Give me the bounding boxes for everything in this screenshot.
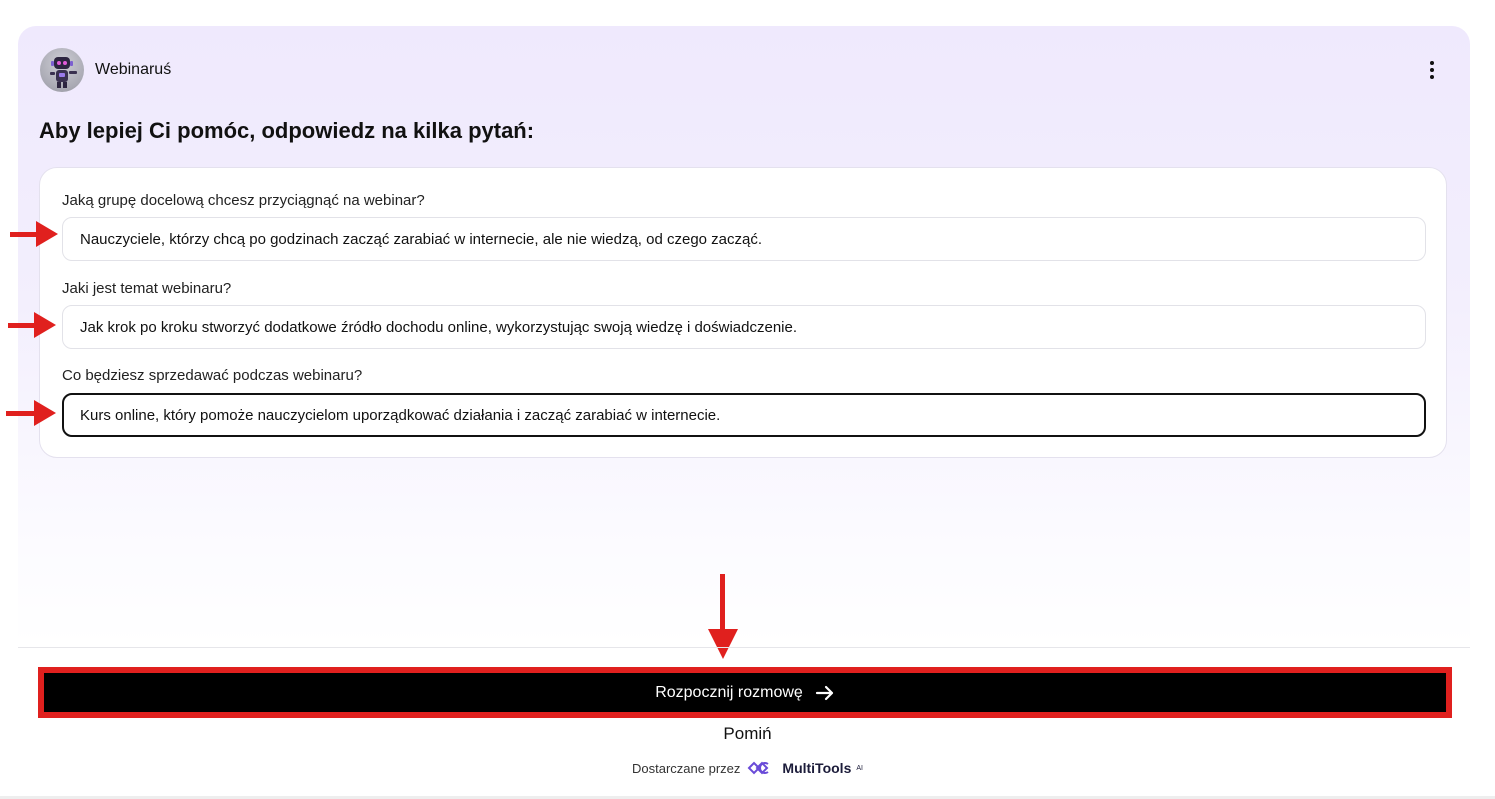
question-label-product: Co będziesz sprzedawać podczas webinaru? <box>62 367 363 384</box>
audience-input[interactable] <box>62 217 1426 261</box>
topic-input[interactable] <box>62 305 1426 349</box>
chat-setup-panel: Webinaruś Aby lepiej Ci pomóc, odpowiedz… <box>18 26 1470 646</box>
product-input[interactable] <box>62 393 1426 437</box>
bot-name: Webinaruś <box>95 61 172 78</box>
powered-by-footer: Dostarczane przez MultiTools AI <box>0 760 1495 776</box>
arrow-right-icon <box>815 685 833 700</box>
annotation-arrow-right-icon <box>10 221 58 247</box>
divider <box>18 647 1470 648</box>
multitools-logo-icon <box>747 761 770 775</box>
annotation-arrow-right-icon <box>8 312 56 338</box>
brand-link[interactable]: MultiTools AI <box>746 760 863 776</box>
questions-card: Jaką grupę docelową chcesz przyciągnąć n… <box>39 167 1447 458</box>
brand-sup: AI <box>856 764 863 772</box>
skip-link[interactable]: Pomiń <box>0 724 1495 744</box>
question-label-audience: Jaką grupę docelową chcesz przyciągnąć n… <box>62 192 425 209</box>
annotation-arrow-right-icon <box>6 400 56 426</box>
bot-avatar <box>40 48 84 92</box>
question-label-topic: Jaki jest temat webinaru? <box>62 280 232 297</box>
brand-name: MultiTools <box>782 760 852 776</box>
robot-avatar-icon <box>50 57 77 88</box>
start-conversation-button[interactable]: Rozpocznij rozmowę <box>44 673 1446 712</box>
start-button-highlight: Rozpocznij rozmowę <box>38 667 1452 718</box>
powered-by-text: Dostarczane przez <box>632 760 741 776</box>
chat-header: Webinaruś <box>40 48 171 92</box>
kebab-menu-icon[interactable] <box>1422 56 1442 84</box>
start-button-label: Rozpocznij rozmowę <box>655 683 803 701</box>
page-title: Aby lepiej Ci pomóc, odpowiedz na kilka … <box>39 118 535 143</box>
